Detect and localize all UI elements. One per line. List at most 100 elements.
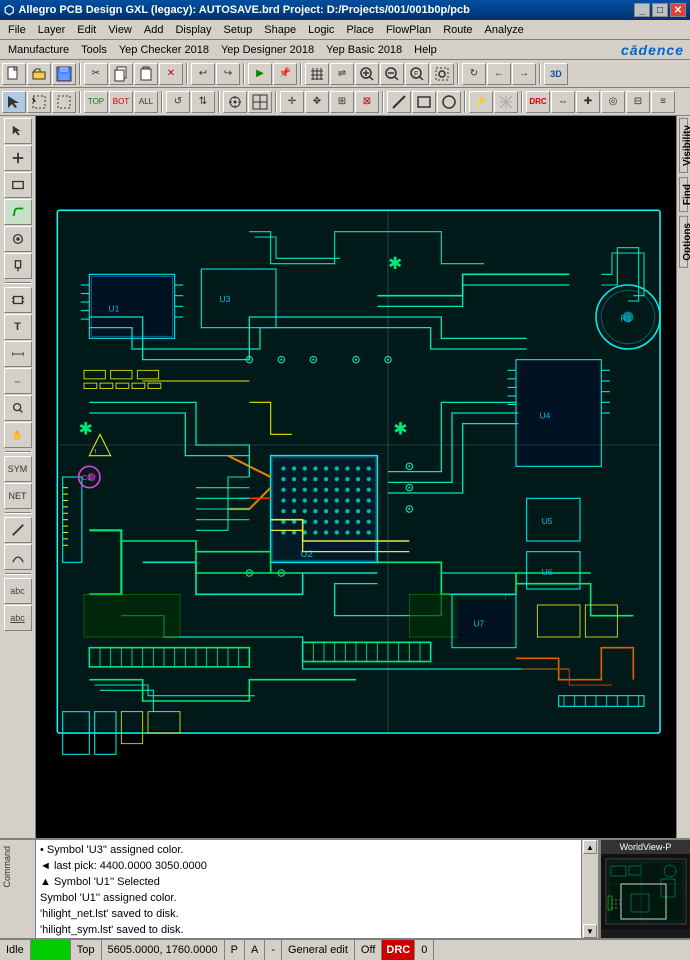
visibility-tab[interactable]: Visibility xyxy=(679,118,688,173)
menu-shape[interactable]: Shape xyxy=(258,22,302,38)
cut-button[interactable]: ✂ xyxy=(84,63,108,85)
separator xyxy=(79,63,81,85)
minimize-button[interactable]: _ xyxy=(634,3,650,17)
select-all-button[interactable] xyxy=(52,91,76,113)
pin-button[interactable]: 📌 xyxy=(273,63,297,85)
menu-layer[interactable]: Layer xyxy=(32,22,72,38)
select-area-button[interactable] xyxy=(27,91,51,113)
lt-route[interactable] xyxy=(4,199,32,225)
lt-pan[interactable]: ✋ xyxy=(4,422,32,448)
zoom-area-button[interactable] xyxy=(430,63,454,85)
grid-button[interactable] xyxy=(305,63,329,85)
menu-edit[interactable]: Edit xyxy=(71,22,102,38)
select-button[interactable] xyxy=(2,91,26,113)
copy2-button[interactable]: ⊞ xyxy=(330,91,354,113)
menu-view[interactable]: View xyxy=(102,22,138,38)
layer-top-button[interactable]: TOP xyxy=(84,91,108,113)
ratsnest-button[interactable] xyxy=(494,91,518,113)
console-line-1: Symbol 'U3'' assigned color. xyxy=(40,842,577,858)
forward-button[interactable]: → xyxy=(512,63,536,85)
menu-manufacture[interactable]: Manufacture xyxy=(2,42,75,58)
lt-note[interactable]: abc xyxy=(4,605,32,631)
zoom-out-button[interactable] xyxy=(380,63,404,85)
add-circle-button[interactable] xyxy=(437,91,461,113)
layer-all-button[interactable]: ALL xyxy=(134,91,158,113)
menu-setup[interactable]: Setup xyxy=(218,22,259,38)
measure-button[interactable]: ⇔ xyxy=(551,91,575,113)
menu-display[interactable]: Display xyxy=(169,22,217,38)
pcb-view[interactable]: U1 U3 ✱ ✱ ✱ xyxy=(36,116,676,838)
lt-label[interactable]: abc xyxy=(4,578,32,604)
menu-help[interactable]: Help xyxy=(408,42,443,58)
lt-arc[interactable] xyxy=(4,544,32,570)
lt-zoom[interactable] xyxy=(4,395,32,421)
status-drc[interactable]: DRC xyxy=(382,940,415,960)
undo-button[interactable]: ↩ xyxy=(191,63,215,85)
status-a-button[interactable]: A xyxy=(245,940,265,960)
snap2-button[interactable] xyxy=(248,91,272,113)
lt-text[interactable]: T xyxy=(4,314,32,340)
options-tab[interactable]: Options xyxy=(679,216,688,268)
snap-button[interactable] xyxy=(223,91,247,113)
refresh-button[interactable]: ↻ xyxy=(462,63,486,85)
run-button[interactable]: ▶ xyxy=(248,63,272,85)
lt-add[interactable] xyxy=(4,145,32,171)
canvas-area[interactable]: U1 U3 ✱ ✱ ✱ xyxy=(36,116,676,838)
connect-button[interactable]: ⚡ xyxy=(469,91,493,113)
drc-button[interactable]: DRC xyxy=(526,91,550,113)
delete-button[interactable]: ✕ xyxy=(159,63,183,85)
lt-symbol[interactable]: SYM xyxy=(4,456,32,482)
menu-flowplan[interactable]: FlowPlan xyxy=(380,22,437,38)
zoom-in-button[interactable] xyxy=(355,63,379,85)
redo-button[interactable]: ↪ xyxy=(216,63,240,85)
3d-button[interactable]: 3D xyxy=(544,63,568,85)
menu-file[interactable]: File xyxy=(2,22,32,38)
status-p-button[interactable]: P xyxy=(225,940,245,960)
menu-logic[interactable]: Logic xyxy=(302,22,340,38)
lt-via[interactable] xyxy=(4,226,32,252)
lt-pin[interactable] xyxy=(4,253,32,279)
find-tab[interactable]: Find xyxy=(679,177,688,212)
lt-shape[interactable] xyxy=(4,172,32,198)
maximize-button[interactable]: □ xyxy=(652,3,668,17)
lt-net[interactable]: NET xyxy=(4,483,32,509)
cross-button[interactable]: ✚ xyxy=(576,91,600,113)
align-button[interactable]: ⊟ xyxy=(626,91,650,113)
back-button[interactable]: ← xyxy=(487,63,511,85)
open-button[interactable] xyxy=(27,63,51,85)
lt-line[interactable] xyxy=(4,517,32,543)
menu-route[interactable]: Route xyxy=(437,22,478,38)
menu-tools[interactable]: Tools xyxy=(75,42,113,58)
add-line-button[interactable] xyxy=(387,91,411,113)
delete2-button[interactable]: ⊠ xyxy=(355,91,379,113)
add-rect-button[interactable] xyxy=(412,91,436,113)
prop-button[interactable]: ≡ xyxy=(651,91,675,113)
move-button[interactable]: ✥ xyxy=(305,91,329,113)
lt-dimension[interactable] xyxy=(4,341,32,367)
flip-button[interactable]: ⇅ xyxy=(191,91,215,113)
save-button[interactable] xyxy=(52,63,76,85)
scroll-down-button[interactable]: ▼ xyxy=(583,924,597,938)
menu-yep-designer[interactable]: Yep Designer 2018 xyxy=(215,42,320,58)
rotate-button[interactable]: ↺ xyxy=(166,91,190,113)
cursor-button[interactable]: ✛ xyxy=(280,91,304,113)
minimap-view[interactable] xyxy=(601,854,690,929)
lt-component[interactable] xyxy=(4,287,32,313)
menu-yep-checker[interactable]: Yep Checker 2018 xyxy=(113,42,215,58)
console-scrollbar[interactable]: ▲ ▼ xyxy=(582,840,598,938)
scroll-up-button[interactable]: ▲ xyxy=(583,840,597,854)
layer-bot-button[interactable]: BOT xyxy=(109,91,133,113)
copy-button[interactable] xyxy=(109,63,133,85)
zoom-fit-button[interactable]: F xyxy=(405,63,429,85)
paste-button[interactable] xyxy=(134,63,158,85)
lt-measure[interactable]: ⇔ xyxy=(4,368,32,394)
menu-place[interactable]: Place xyxy=(340,22,380,38)
mirror-button[interactable]: ⇌ xyxy=(330,63,354,85)
close-button[interactable]: ✕ xyxy=(670,3,686,17)
snap3-button[interactable]: ◎ xyxy=(601,91,625,113)
menu-analyze[interactable]: Analyze xyxy=(479,22,530,38)
lt-select[interactable] xyxy=(4,118,32,144)
menu-yep-basic[interactable]: Yep Basic 2018 xyxy=(320,42,408,58)
new-button[interactable] xyxy=(2,63,26,85)
menu-add[interactable]: Add xyxy=(138,22,170,38)
